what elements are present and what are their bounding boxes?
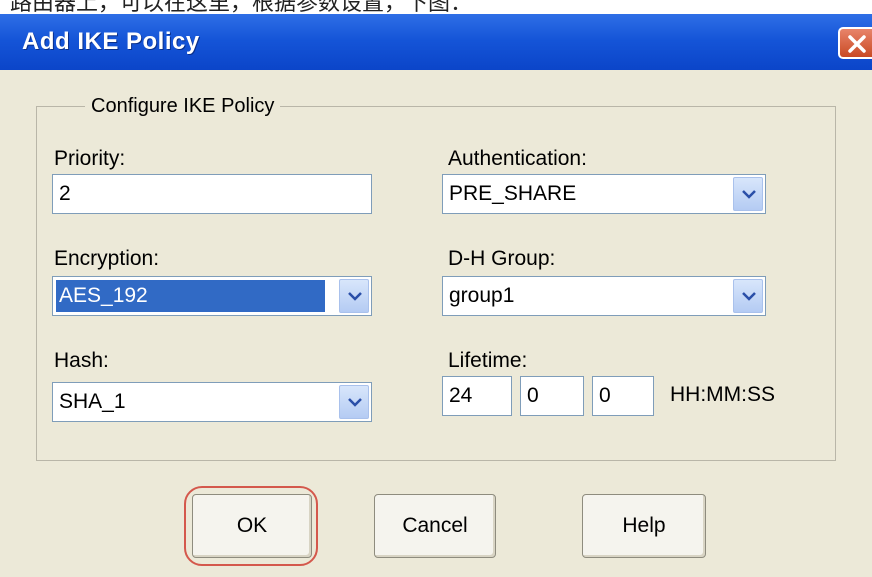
- dh-group-dropdown-button[interactable]: [733, 279, 763, 313]
- authentication-label: Authentication:: [448, 147, 587, 170]
- lifetime-hours-input[interactable]: 24: [442, 376, 512, 416]
- encryption-label: Encryption:: [54, 247, 160, 270]
- hash-label: Hash:: [54, 349, 109, 372]
- lifetime-format-label: HH:MM:SS: [670, 383, 775, 406]
- lifetime-seconds-input[interactable]: 0: [592, 376, 654, 416]
- ok-button-highlight: [184, 486, 318, 566]
- chevron-down-icon: [742, 292, 756, 301]
- encryption-select[interactable]: AES_192: [52, 276, 372, 316]
- authentication-dropdown-button[interactable]: [733, 177, 763, 211]
- hash-value: SHA_1: [59, 390, 126, 413]
- lifetime-label: Lifetime:: [448, 349, 528, 372]
- chevron-down-icon: [348, 292, 362, 301]
- help-button[interactable]: Help: [582, 494, 706, 558]
- dh-group-select[interactable]: group1: [442, 276, 766, 316]
- authentication-select[interactable]: PRE_SHARE: [442, 174, 766, 214]
- lifetime-minutes-input[interactable]: 0: [520, 376, 584, 416]
- hash-dropdown-button[interactable]: [339, 385, 369, 419]
- encryption-dropdown-button[interactable]: [339, 279, 369, 313]
- priority-label: Priority:: [54, 147, 126, 170]
- dialog-title: Add IKE Policy: [22, 28, 200, 55]
- chevron-down-icon: [742, 190, 756, 199]
- dh-group-value: group1: [449, 284, 515, 307]
- hash-select[interactable]: SHA_1: [52, 382, 372, 422]
- cancel-button[interactable]: Cancel: [374, 494, 496, 558]
- authentication-value: PRE_SHARE: [449, 182, 577, 205]
- dh-group-label: D-H Group:: [448, 247, 556, 270]
- encryption-value: AES_192: [56, 280, 325, 312]
- close-icon: [848, 35, 866, 53]
- group-title: Configure IKE Policy: [85, 92, 281, 120]
- close-button[interactable]: [838, 27, 872, 59]
- page-caption: 路由器上，可以在这里，根据参数设置，下图：: [10, 0, 473, 16]
- dialog-titlebar: Add IKE Policy: [0, 14, 872, 70]
- priority-input[interactable]: 2: [52, 174, 372, 214]
- chevron-down-icon: [348, 398, 362, 407]
- dialog-body: Configure IKE Policy Priority: 2 Encrypt…: [0, 70, 872, 577]
